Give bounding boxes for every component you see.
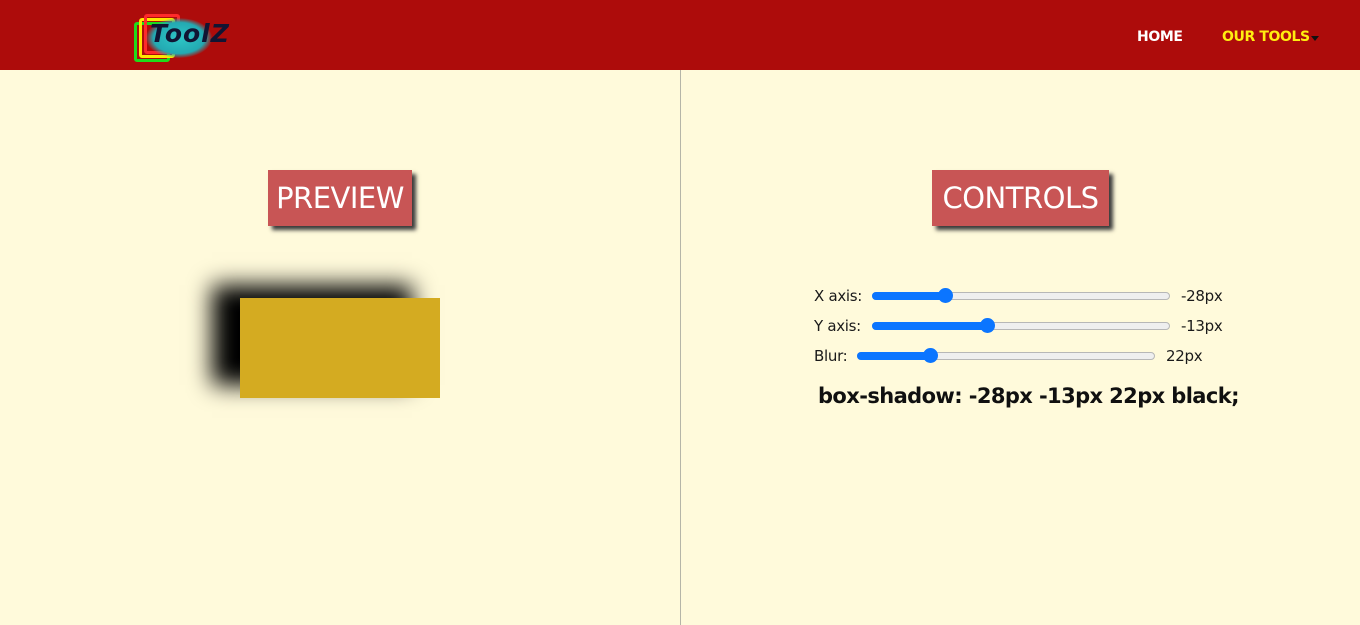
logo-text: ToolZ <box>150 19 230 48</box>
blur-slider-fill <box>857 352 930 360</box>
preview-heading: PREVIEW <box>268 170 412 226</box>
controls-heading: CONTROLS <box>932 170 1109 226</box>
x-axis-label: X axis: <box>814 287 863 305</box>
y-axis-slider[interactable] <box>872 318 1170 333</box>
x-axis-slider[interactable] <box>872 288 1170 303</box>
x-axis-slider-fill <box>872 292 945 300</box>
panel-divider <box>680 70 681 625</box>
x-axis-value: -28px <box>1181 287 1223 305</box>
y-axis-slider-thumb[interactable] <box>979 318 995 333</box>
y-axis-value: -13px <box>1181 317 1223 335</box>
blur-slider-thumb[interactable] <box>922 348 938 363</box>
chevron-down-icon[interactable] <box>1311 36 1319 41</box>
logo[interactable]: ToolZ <box>132 14 229 68</box>
blur-value: 22px <box>1166 347 1203 365</box>
x-axis-slider-thumb[interactable] <box>937 288 953 303</box>
y-axis-slider-fill <box>872 322 987 330</box>
shadow-preview-box <box>240 298 440 398</box>
navbar: ToolZ HOME OUR TOOLS <box>0 0 1360 70</box>
nav-home-link[interactable]: HOME <box>1137 29 1183 45</box>
y-axis-label: Y axis: <box>814 317 861 335</box>
blur-label: Blur: <box>814 347 848 365</box>
css-output-text: box-shadow: -28px -13px 22px black; <box>818 384 1240 408</box>
blur-slider[interactable] <box>857 348 1155 363</box>
nav-our-tools-link[interactable]: OUR TOOLS <box>1222 29 1310 45</box>
